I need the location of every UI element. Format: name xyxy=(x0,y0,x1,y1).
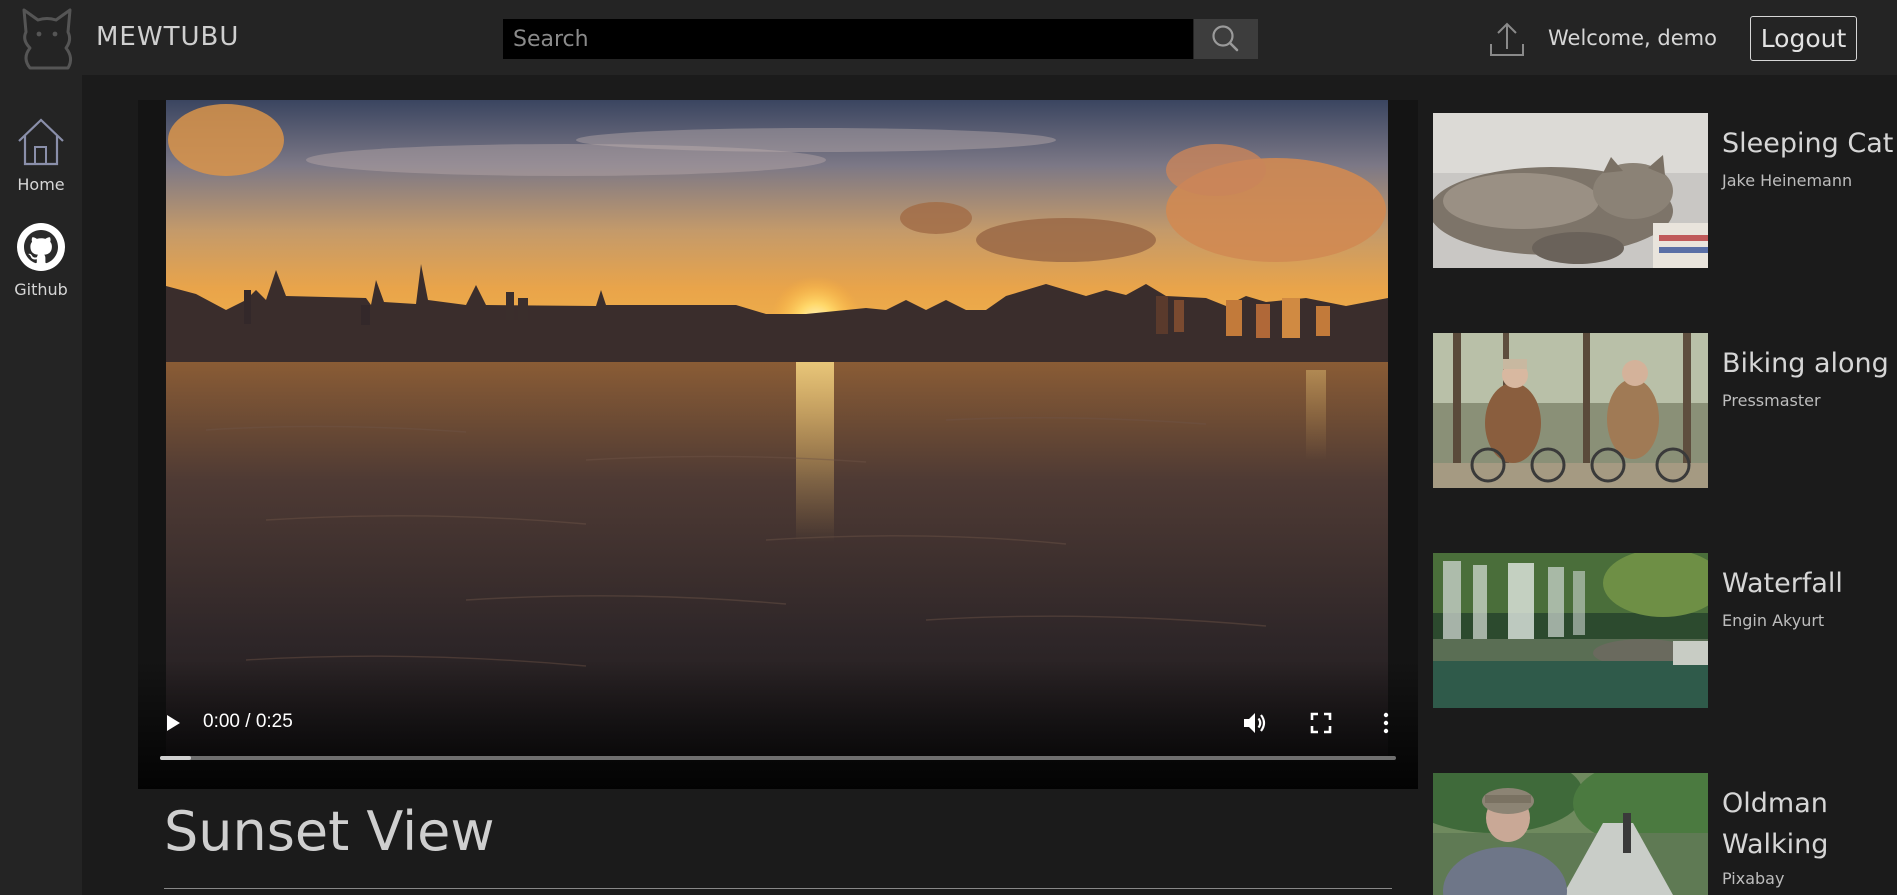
suggestion-author: Pressmaster xyxy=(1722,391,1821,410)
upload-icon[interactable] xyxy=(1488,20,1526,58)
fullscreen-icon[interactable] xyxy=(1308,710,1334,736)
sidebar-item-github[interactable]: Github xyxy=(0,222,82,299)
suggestion-thumbnail[interactable] xyxy=(1433,333,1708,488)
suggestion-item[interactable]: Biking along Pressmaster xyxy=(1433,333,1897,489)
home-icon xyxy=(18,118,64,166)
more-vert-icon[interactable] xyxy=(1378,710,1394,736)
suggestion-title[interactable]: Biking along xyxy=(1722,343,1897,384)
seek-bar[interactable] xyxy=(160,756,1396,760)
volume-icon[interactable] xyxy=(1240,708,1270,738)
suggestion-item[interactable]: Oldman Walking Pixabay xyxy=(1433,773,1897,895)
cat-logo-icon[interactable] xyxy=(16,6,78,72)
controls-overlay xyxy=(138,660,1418,789)
suggestion-author: Engin Akyurt xyxy=(1722,611,1825,630)
seek-bar-progress xyxy=(160,756,191,760)
suggestion-item[interactable]: Waterfall Engin Akyurt xyxy=(1433,553,1897,709)
search-button[interactable] xyxy=(1194,19,1258,59)
sidebar-item-home[interactable]: Home xyxy=(0,117,82,194)
play-icon[interactable] xyxy=(162,712,184,734)
suggestion-thumbnail[interactable] xyxy=(1433,553,1708,708)
sidebar-item-label: Home xyxy=(17,175,65,194)
brand-name[interactable]: MEWTUBU xyxy=(96,22,239,52)
suggestion-author: Pixabay xyxy=(1722,869,1785,888)
suggestion-author: Jake Heinemann xyxy=(1722,171,1853,190)
suggestion-thumbnail[interactable] xyxy=(1433,113,1708,268)
suggestion-thumbnail[interactable] xyxy=(1433,773,1708,895)
suggestion-title[interactable]: Oldman Walking xyxy=(1722,783,1897,865)
sidebar: Home Github xyxy=(0,75,82,895)
sidebar-item-label: Github xyxy=(14,280,68,299)
time-display: 0:00 / 0:25 xyxy=(203,711,293,732)
search-icon xyxy=(1212,25,1239,52)
suggestion-item[interactable]: Sleeping Cat Jake Heinemann xyxy=(1433,113,1897,269)
video-title: Sunset View xyxy=(164,800,495,863)
suggestion-title[interactable]: Waterfall xyxy=(1722,563,1897,604)
welcome-text: Welcome, demo xyxy=(1548,26,1717,50)
logout-button[interactable]: Logout xyxy=(1750,16,1857,61)
search-input[interactable] xyxy=(503,19,1193,59)
video-player[interactable]: 0:00 / 0:25 xyxy=(138,100,1418,789)
top-bar: MEWTUBU Welcome, demo Logout xyxy=(0,0,1897,75)
suggestion-title[interactable]: Sleeping Cat xyxy=(1722,123,1897,164)
title-divider xyxy=(164,888,1392,889)
github-icon xyxy=(17,223,65,271)
